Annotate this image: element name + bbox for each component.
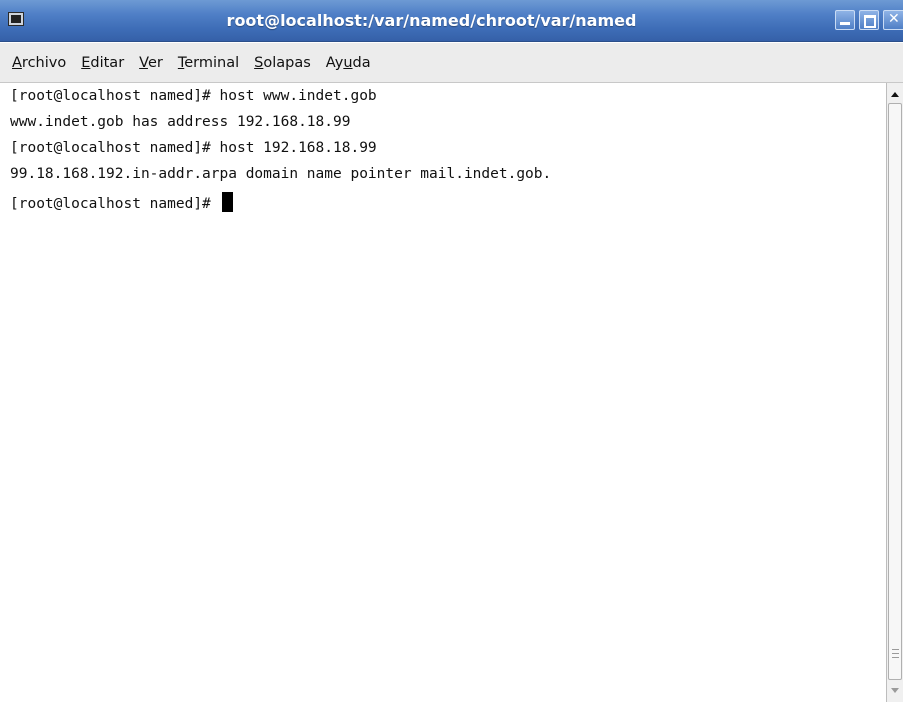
grip-line <box>892 649 899 650</box>
terminal-line: [root@localhost named]# host 192.168.18.… <box>10 140 377 156</box>
scroll-down-arrow-icon[interactable] <box>887 683 903 697</box>
terminal-line: www.indet.gob has address 192.168.18.99 <box>10 114 351 130</box>
scrollbar-thumb[interactable] <box>888 103 902 680</box>
menu-terminal[interactable]: Terminal <box>178 55 239 71</box>
menu-editar[interactable]: Editar <box>81 55 124 71</box>
minimize-icon[interactable] <box>835 10 855 30</box>
menu-ver[interactable]: Ver <box>139 55 163 71</box>
menu-solapas[interactable]: Solapas <box>254 55 311 71</box>
vertical-scrollbar[interactable] <box>886 83 903 702</box>
text-cursor <box>221 192 233 212</box>
scroll-up-arrow-icon[interactable] <box>887 87 903 101</box>
terminal-window: root@localhost:/var/named/chroot/var/nam… <box>0 0 903 702</box>
maximize-icon[interactable] <box>859 10 879 30</box>
title-bar[interactable]: root@localhost:/var/named/chroot/var/nam… <box>0 0 903 42</box>
close-icon[interactable] <box>883 10 903 30</box>
prompt-text: [root@localhost named]# <box>10 196 220 212</box>
window-title: root@localhost:/var/named/chroot/var/nam… <box>226 11 637 30</box>
terminal-line: [root@localhost named]# host www.indet.g… <box>10 88 377 104</box>
menu-bar: Archivo Editar Ver Terminal Solapas Ayud… <box>0 43 903 83</box>
grip-line <box>892 653 899 654</box>
menu-archivo[interactable]: Archivo <box>12 55 66 71</box>
menu-ayuda[interactable]: Ayuda <box>326 55 371 71</box>
terminal-line: 99.18.168.192.in-addr.arpa domain name p… <box>10 166 552 182</box>
terminal-prompt-line: [root@localhost named]# <box>10 192 233 212</box>
grip-line <box>892 657 899 658</box>
terminal-output[interactable]: [root@localhost named]# host www.indet.g… <box>0 83 886 702</box>
